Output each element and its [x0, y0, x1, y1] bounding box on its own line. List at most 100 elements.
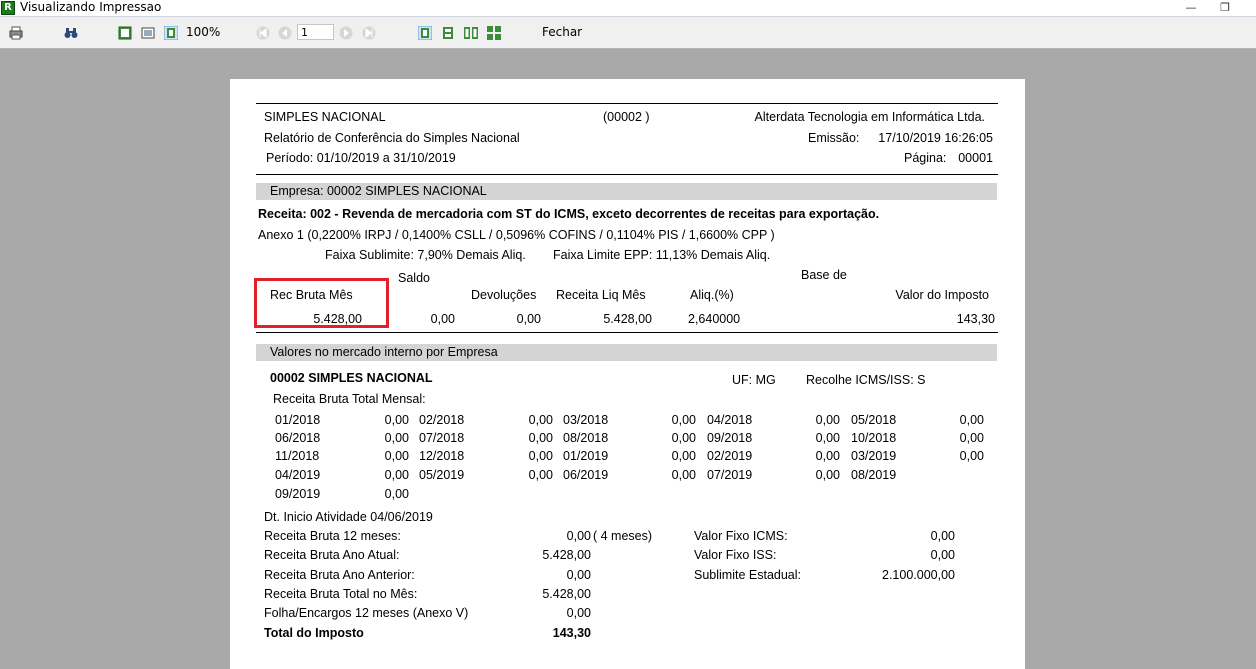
report-title: SIMPLES NACIONAL	[264, 110, 386, 124]
month-label: 01/2019	[563, 449, 609, 463]
window-title: Visualizando Impressao	[20, 0, 162, 14]
page-value: 00001	[958, 151, 993, 165]
empresa-bar-text: Empresa: 00002 SIMPLES NACIONAL	[270, 184, 487, 198]
emission-label: Emissão:	[808, 131, 860, 145]
month-label: 06/2018	[275, 431, 321, 445]
whole-page-icon[interactable]	[141, 26, 155, 40]
page-label: Página:	[904, 151, 947, 165]
minimize-button[interactable]: —	[1180, 0, 1202, 16]
column-valor-imposto: Valor do Imposto	[895, 288, 989, 302]
total-imposto-value: 143,30	[552, 626, 591, 640]
summary-label: Folha/Encargos 12 meses (Anexo V)	[264, 606, 469, 620]
month-label: 04/2018	[707, 413, 753, 427]
emission-value: 17/10/2019 16:26:05	[878, 131, 993, 145]
month-label: 01/2018	[275, 413, 321, 427]
value-saldo: 0,00	[430, 312, 455, 326]
month-label: 02/2019	[707, 449, 753, 463]
summary-right-label: Sublimite Estadual:	[694, 568, 802, 582]
report-subtitle: Relatório de Conferência do Simples Naci…	[264, 131, 520, 145]
previous-page-icon[interactable]	[278, 26, 292, 40]
summary-label: Receita Bruta Ano Atual:	[264, 548, 400, 562]
month-label: 06/2019	[563, 468, 609, 482]
mercado-bar: Valores no mercado interno por Empresa	[256, 344, 997, 361]
app-icon: R	[1, 1, 15, 15]
report-period: Período: 01/10/2019 a 31/10/2019	[266, 151, 456, 165]
summary-right-value: 0,00	[930, 529, 955, 543]
month-label: 05/2018	[851, 413, 897, 427]
month-label: 10/2018	[851, 431, 897, 445]
month-value: 0,00	[815, 449, 840, 463]
receita-line: Receita: 002 - Revenda de mercadoria com…	[258, 207, 880, 221]
month-label: 05/2019	[419, 468, 465, 482]
column-receita-liq-mes: Receita Liq Mês	[556, 288, 646, 302]
binoculars-icon[interactable]	[64, 26, 78, 40]
zoom-level[interactable]: 100%	[186, 25, 220, 39]
month-value: 0,00	[384, 431, 409, 445]
restore-button[interactable]: ❐	[1214, 0, 1236, 16]
empresa-bar: Empresa: 00002 SIMPLES NACIONAL	[256, 183, 997, 200]
month-value: 0,00	[384, 413, 409, 427]
summary-right-label: Valor Fixo ISS:	[694, 548, 777, 562]
summary-right-label: Valor Fixo ICMS:	[694, 529, 788, 543]
month-label: 02/2018	[419, 413, 465, 427]
two-pages-view-icon[interactable]	[464, 26, 478, 40]
month-label: 04/2019	[275, 468, 321, 482]
month-label: 12/2018	[419, 449, 465, 463]
uf-label: UF: MG	[732, 373, 776, 387]
month-value: 0,00	[528, 449, 553, 463]
last-page-icon[interactable]	[362, 26, 376, 40]
month-value: 0,00	[959, 431, 984, 445]
column-base-de: Base de	[801, 268, 847, 282]
faixa-limite: Faixa Limite EPP: 11,13% Demais Aliq.	[553, 248, 771, 262]
report-page: SIMPLES NACIONAL (00002 ) Alterdata Tecn…	[230, 79, 1025, 669]
month-value: 0,00	[815, 468, 840, 482]
month-label: 09/2018	[707, 431, 753, 445]
highlight-box	[254, 278, 389, 328]
toolbar: 100% 1 Fechar	[0, 17, 1256, 49]
divider	[256, 174, 998, 175]
summary-right-value: 2.100.000,00	[882, 568, 955, 582]
company-name: Alterdata Tecnologia em Informática Ltda…	[754, 110, 985, 124]
single-page-view-icon[interactable]	[418, 26, 432, 40]
column-aliq: Aliq.(%)	[690, 288, 734, 302]
month-value: 0,00	[528, 468, 553, 482]
month-label: 11/2018	[275, 449, 320, 463]
month-value: 0,00	[671, 413, 696, 427]
divider	[256, 332, 998, 333]
multiple-pages-view-icon[interactable]	[487, 26, 501, 40]
summary-label: Receita Bruta 12 meses:	[264, 529, 401, 543]
continuous-view-icon[interactable]	[441, 26, 455, 40]
recolhe-label: Recolhe ICMS/ISS: S	[806, 373, 926, 387]
summary-value: 0,00	[566, 568, 591, 582]
month-value: 0,00	[671, 431, 696, 445]
summary-label: Receita Bruta Total no Mês:	[264, 587, 418, 601]
value-aliq: 2,640000	[688, 312, 741, 326]
total-imposto-label: Total do Imposto	[264, 626, 364, 640]
next-page-icon[interactable]	[339, 26, 353, 40]
month-value: 0,00	[959, 449, 984, 463]
page-number-input[interactable]: 1	[297, 24, 334, 40]
month-value: 0,00	[384, 449, 409, 463]
summary-value: 5.428,00	[542, 548, 591, 562]
receita-bruta-total-mensal-label: Receita Bruta Total Mensal:	[273, 392, 426, 406]
actual-size-icon[interactable]	[164, 26, 178, 40]
report-code: (00002 )	[603, 110, 650, 124]
summary-value: 0,00	[566, 606, 591, 620]
first-page-icon[interactable]	[256, 26, 270, 40]
close-button[interactable]: Fechar	[538, 25, 586, 39]
title-bar: R Visualizando Impressao — ❐	[0, 0, 1256, 17]
month-value: 0,00	[959, 413, 984, 427]
month-value: 0,00	[528, 431, 553, 445]
print-icon[interactable]	[9, 26, 23, 40]
mercado-bar-text: Valores no mercado interno por Empresa	[270, 345, 498, 359]
faixa-sublimite: Faixa Sublimite: 7,90% Demais Aliq.	[325, 248, 526, 262]
value-devolucoes: 0,00	[516, 312, 541, 326]
month-label: 07/2019	[707, 468, 753, 482]
month-value: 0,00	[384, 468, 409, 482]
summary-value: 0,00	[566, 529, 591, 543]
month-value: 0,00	[815, 413, 840, 427]
summary-value: 5.428,00	[542, 587, 591, 601]
month-value: 0,00	[384, 487, 409, 501]
page-width-icon[interactable]	[118, 26, 132, 40]
summary-right-value: 0,00	[930, 548, 955, 562]
